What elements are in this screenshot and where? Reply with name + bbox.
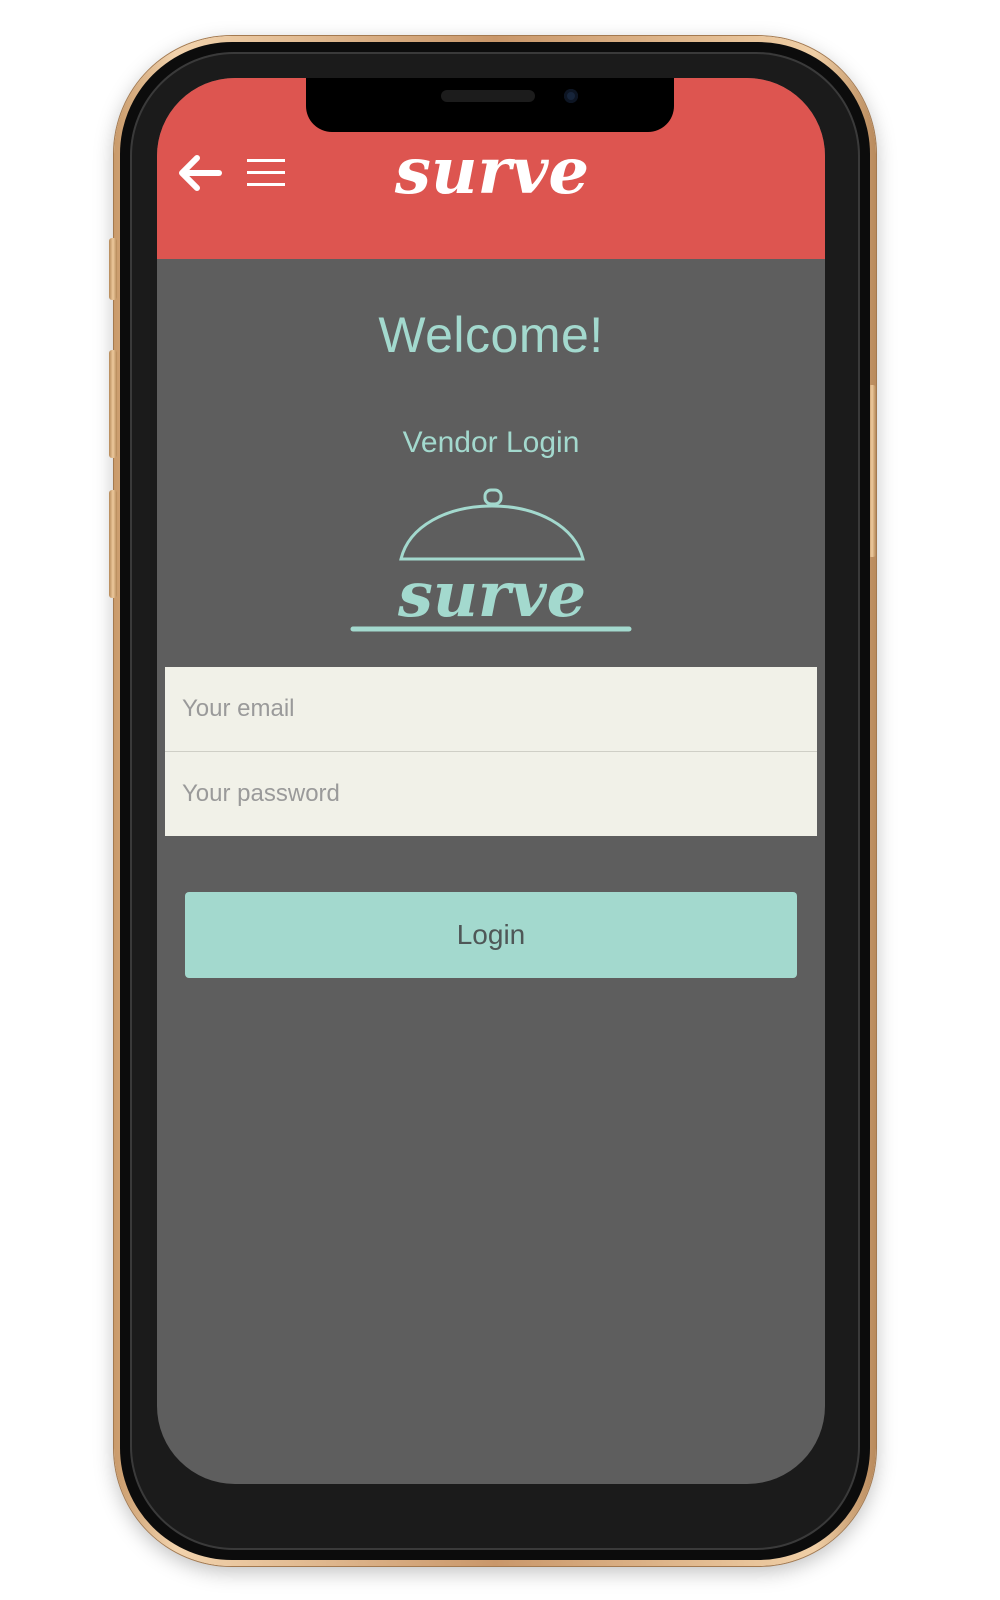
phone-volume-down-button xyxy=(109,490,117,598)
surve-logo: surve xyxy=(350,488,632,632)
hamburger-menu-icon xyxy=(247,159,285,186)
phone-notch xyxy=(306,78,674,132)
login-button[interactable]: Login xyxy=(185,892,797,978)
brand-logo-text: surve xyxy=(394,134,589,209)
email-field[interactable] xyxy=(165,667,817,751)
app-screen: surve Welcome! Vendor Login surve Login xyxy=(157,78,825,1484)
phone-mockup: surve Welcome! Vendor Login surve Login xyxy=(0,0,1000,1600)
phone-volume-up-button xyxy=(109,350,117,458)
welcome-heading: Welcome! xyxy=(378,307,604,363)
login-form xyxy=(165,667,817,836)
arrow-left-icon xyxy=(179,155,222,191)
notch-speaker xyxy=(441,90,535,102)
vendor-login-subtitle: Vendor Login xyxy=(402,426,580,459)
camera-icon xyxy=(564,89,578,103)
phone-side-button xyxy=(109,238,117,300)
menu-button[interactable] xyxy=(245,156,289,190)
password-field[interactable] xyxy=(165,751,817,836)
surve-logo-text: surve xyxy=(397,558,586,631)
back-button[interactable] xyxy=(177,153,223,193)
brand-logo: surve xyxy=(394,134,589,209)
